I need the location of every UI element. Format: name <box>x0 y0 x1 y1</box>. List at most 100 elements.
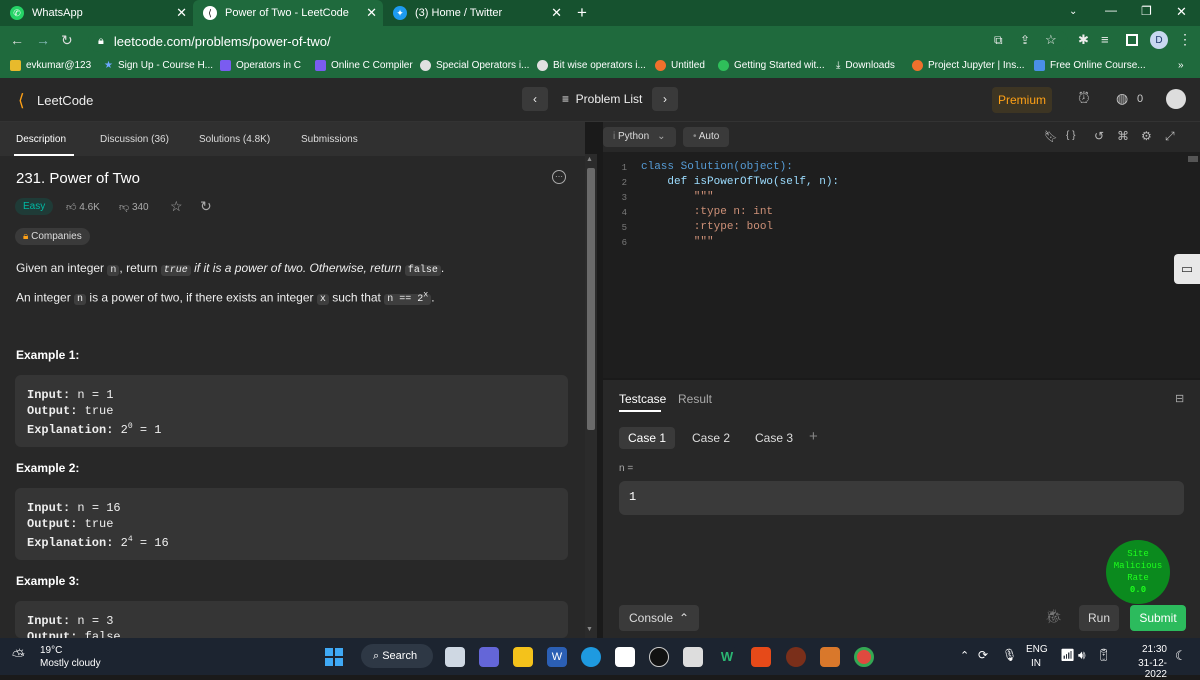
alarm-icon[interactable]: ⏰︎ <box>1078 90 1090 107</box>
scrollbar-thumb[interactable] <box>587 168 595 430</box>
debug-icon[interactable]: 🐞︎ <box>1045 608 1063 625</box>
open-in-app-icon[interactable]: ⧉ <box>994 33 1003 48</box>
tab-result[interactable]: Result <box>678 392 712 406</box>
submit-button[interactable]: Submit <box>1130 605 1186 631</box>
task-view-icon[interactable] <box>445 647 465 667</box>
collapse-panel-icon[interactable]: ⊟ <box>1175 392 1184 405</box>
settings-gear-icon[interactable]: ⚙ <box>1141 129 1152 143</box>
leetcode-logo-icon[interactable]: ⟨ <box>18 91 25 111</box>
case-1-tab[interactable]: Case 1 <box>619 427 675 449</box>
case-2-tab[interactable]: Case 2 <box>683 427 739 449</box>
store-icon[interactable] <box>615 647 635 667</box>
close-icon[interactable]: ✕ <box>176 5 187 21</box>
more-options-icon[interactable]: ⋯ <box>552 170 566 184</box>
windows-start-icon[interactable] <box>325 648 343 666</box>
clock-date[interactable]: 31-12-2022 <box>1117 658 1167 680</box>
new-tab-button[interactable]: + <box>577 3 587 23</box>
description-scrollbar[interactable]: ▲ ▼ <box>585 154 597 638</box>
user-avatar[interactable] <box>1166 89 1186 109</box>
scroll-down-icon[interactable]: ▼ <box>586 626 593 633</box>
tab-leetcode[interactable]: ⟨ Power of Two - LeetCode ✕ <box>193 0 383 26</box>
hourglass-icon[interactable] <box>820 647 840 667</box>
logo-text[interactable]: LeetCode <box>37 93 93 108</box>
param-input[interactable]: 1 <box>619 481 1184 515</box>
companies-tag[interactable]: 🔒︎ Companies <box>15 228 90 245</box>
lang-secondary[interactable]: IN <box>1031 658 1041 669</box>
profile-avatar[interactable]: D <box>1150 31 1168 49</box>
console-button[interactable]: Console ⌃ <box>619 605 700 631</box>
code-line[interactable]: """ <box>641 191 714 203</box>
code-line[interactable]: class Solution(object): <box>641 161 793 173</box>
taskbar-search[interactable]: ⌕ Search <box>361 644 433 668</box>
teams-icon[interactable] <box>479 647 499 667</box>
bookmark-star-icon[interactable]: ☆ <box>1045 32 1057 48</box>
lang-primary[interactable]: ENG <box>1026 644 1048 655</box>
bookmark-item[interactable]: Getting Started wit... <box>718 60 825 71</box>
back-button[interactable]: ← <box>10 32 24 48</box>
bookmark-item[interactable]: ⤓ Downloads <box>836 60 895 71</box>
add-case-button[interactable]: + <box>809 428 818 445</box>
battery-icon[interactable]: 🔋︎ <box>1096 648 1111 662</box>
extensions-icon[interactable]: ✱ <box>1078 32 1089 48</box>
close-icon[interactable]: ✕ <box>551 5 562 21</box>
bookmark-item[interactable]: ★ Sign Up - Course H... <box>104 60 213 71</box>
refresh-icon[interactable]: ↻ <box>200 198 212 215</box>
favorite-star-icon[interactable]: ☆ <box>170 198 183 215</box>
app-icon[interactable] <box>683 647 703 667</box>
reset-icon[interactable]: ↺ <box>1094 129 1104 143</box>
mode-toggle[interactable]: • Auto <box>683 127 730 147</box>
window-close-button[interactable]: ✕ <box>1176 4 1187 20</box>
reading-list-icon[interactable]: ≡ <box>1101 32 1109 47</box>
share-icon[interactable]: ⇪ <box>1020 33 1030 47</box>
chrome-icon[interactable] <box>854 647 874 667</box>
bookmark-item[interactable]: Free Online Course... <box>1034 60 1146 71</box>
bookmark-icon[interactable]: 🔖︎ <box>1044 130 1058 143</box>
code-line[interactable]: def isPowerOfTwo(self, n): <box>641 176 839 188</box>
minimize-button[interactable]: — <box>1105 3 1117 17</box>
volume-icon[interactable]: 🔊︎ <box>1078 648 1086 663</box>
app-icon[interactable] <box>786 647 806 667</box>
next-problem-button[interactable]: › <box>652 87 678 111</box>
run-button[interactable]: Run <box>1079 605 1119 631</box>
menu-kebab-icon[interactable]: ⋮ <box>1178 31 1192 48</box>
shortcut-icon[interactable]: ⌘ <box>1117 129 1129 143</box>
reload-button[interactable]: ↻ <box>61 32 73 49</box>
close-icon[interactable]: ✕ <box>366 5 377 21</box>
tab-search-icon[interactable]: ⌄ <box>1069 6 1077 17</box>
dislike-button[interactable]: 👎︎ 340 <box>119 201 149 213</box>
clock-time[interactable]: 21:30 <box>1127 644 1167 655</box>
bookmark-item[interactable]: Untitled <box>655 60 705 71</box>
bookmark-item[interactable]: Special Operators i... <box>420 60 529 71</box>
fullscreen-icon[interactable]: ⤢ <box>1165 129 1175 144</box>
bookmark-item[interactable]: Online C Compiler <box>315 60 413 71</box>
editor-scrollbar[interactable] <box>1188 156 1198 162</box>
tab-solutions[interactable]: Solutions (4.8K) <box>199 134 270 145</box>
braces-icon[interactable]: { } <box>1066 130 1075 141</box>
notification-icon[interactable]: ☾ <box>1175 648 1187 664</box>
case-3-tab[interactable]: Case 3 <box>746 427 802 449</box>
office-icon[interactable] <box>751 647 771 667</box>
language-select[interactable]: i Python ⌄ <box>603 127 676 147</box>
problem-list-link[interactable]: ≡ Problem List <box>562 92 642 106</box>
bookmark-item[interactable]: Bit wise operators i... <box>537 60 646 71</box>
tab-twitter[interactable]: ✦ (3) Home / Twitter ✕ <box>383 0 568 26</box>
word-icon[interactable]: W <box>547 647 567 667</box>
bookmark-item[interactable]: Operators in C <box>220 60 301 71</box>
sync-icon[interactable]: ⟳ <box>978 648 988 662</box>
restore-button[interactable]: ❐ <box>1141 4 1152 18</box>
tab-whatsapp[interactable]: ✆ WhatsApp ✕ <box>0 0 193 26</box>
weather-icon[interactable]: ⛅︎ <box>12 648 25 666</box>
premium-button[interactable]: Premium <box>992 87 1052 113</box>
chevron-up-icon[interactable]: ⌃ <box>960 649 969 662</box>
tab-submissions[interactable]: Submissions <box>301 134 358 145</box>
tab-description[interactable]: Description <box>16 134 66 145</box>
scroll-up-icon[interactable]: ▲ <box>586 156 593 163</box>
coin-icon[interactable]: ◍ <box>1116 90 1128 107</box>
dell-icon[interactable] <box>649 647 669 667</box>
wifi-icon[interactable]: 📶︎ <box>1060 648 1075 662</box>
bookmark-item[interactable]: evkumar@123 <box>10 60 91 71</box>
code-line[interactable]: :type n: int <box>641 206 773 218</box>
microphone-icon[interactable]: 🎙︎ <box>1002 648 1017 662</box>
bookmark-item[interactable]: Project Jupyter | Ins... <box>912 60 1025 71</box>
like-button[interactable]: 👍︎ 4.6K <box>66 201 100 213</box>
